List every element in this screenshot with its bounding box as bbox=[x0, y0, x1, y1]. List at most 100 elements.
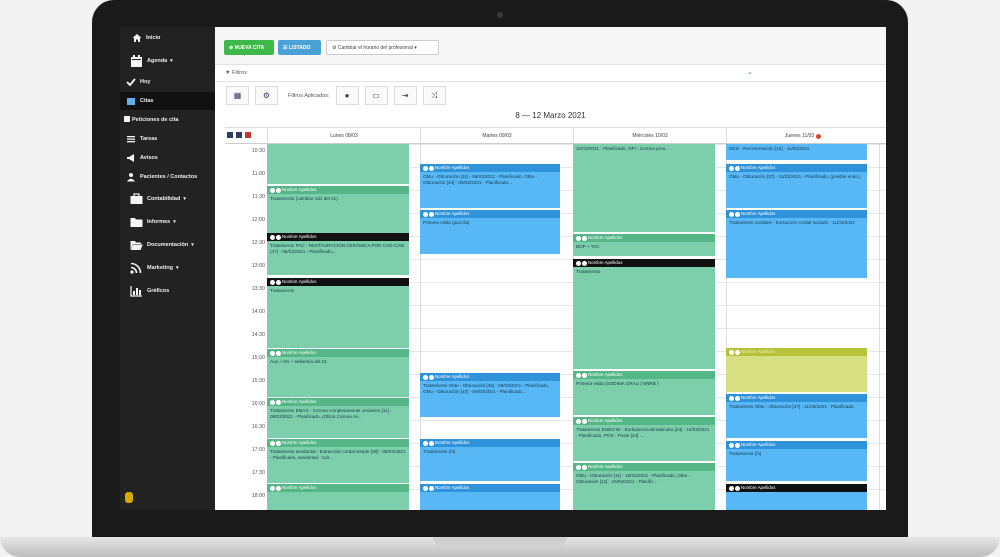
sidebar-item-marketing[interactable]: Marketing ▾ bbox=[120, 257, 215, 278]
sidebar-item-peticiones[interactable]: Peticiones de cita bbox=[120, 111, 215, 129]
sidebar-item-avisos[interactable]: Avisos bbox=[120, 149, 215, 167]
appointment-block[interactable]: Nombre Apellidos BOP + TAC bbox=[573, 234, 715, 256]
appointment-text: BOP + TAC bbox=[576, 244, 600, 249]
appointment-block[interactable]: Nombre Apellidos Tratamiento PAC - RESTA… bbox=[267, 233, 409, 275]
sidebar-item-documentacion[interactable]: Documentación ▾ bbox=[120, 234, 215, 255]
shuffle-icon: ⤨ bbox=[430, 90, 438, 100]
appointment-text: MCE - Recimentación [15] - 11/03/2021 bbox=[729, 146, 810, 151]
appointment-block[interactable]: Nombre Apellidos bbox=[726, 484, 867, 510]
sidebar-item-label: Pacientes / Contactos bbox=[140, 174, 198, 180]
list-icon bbox=[126, 134, 136, 144]
appointment-block[interactable]: Nombre Apellidos Aux. / rev + sellarlo/a… bbox=[267, 349, 409, 397]
sidebar-item-tareas[interactable]: Tareas bbox=[120, 130, 215, 148]
appointment-patient: Nombre Apellidos bbox=[267, 278, 409, 286]
lightbulb-icon[interactable] bbox=[125, 492, 133, 503]
appointment-patient: Nombre Apellidos bbox=[420, 164, 560, 172]
filter-signin-button[interactable]: ⇥ bbox=[393, 86, 417, 105]
appointment-text: Tratamiento (cambiar raíz del 21) bbox=[270, 196, 338, 201]
calendar-view-button[interactable]: ▦ bbox=[226, 86, 249, 105]
user-icon: ● bbox=[344, 91, 350, 100]
briefcase-icon bbox=[130, 192, 143, 205]
appointment-block[interactable] bbox=[267, 144, 409, 184]
new-appointment-button[interactable]: ⊕ NUEVA CITA bbox=[224, 40, 274, 55]
home-icon bbox=[132, 33, 142, 43]
appointment-text: Tratamiento Obtu - Obturación [37] - 11/… bbox=[729, 404, 855, 409]
sidebar-item-inicio[interactable]: Inicio bbox=[120, 29, 215, 47]
appointment-patient: Nombre Apellidos bbox=[726, 441, 867, 449]
sidebar: Inicio Agenda ▾ Hoy Citas Peticiones de … bbox=[120, 27, 215, 510]
sidebar-item-hoy[interactable]: Hoy bbox=[120, 73, 215, 91]
user-icon[interactable] bbox=[227, 132, 233, 138]
sidebar-item-label: Agenda bbox=[147, 58, 168, 64]
alert-icon bbox=[816, 133, 822, 139]
appointment-block[interactable]: 10/03/2021 - Planificado, OFI - Corona p… bbox=[573, 144, 715, 232]
day-header[interactable]: Martes 09/03 bbox=[420, 128, 573, 144]
appointment-block[interactable]: Nombre Apellidos Tratamiento (hi) bbox=[420, 439, 560, 481]
appointment-block[interactable]: Nombre Apellidos Primera visita (paci ll… bbox=[420, 210, 560, 254]
list-button[interactable]: ☰ LISTADO bbox=[278, 40, 321, 55]
time-label: 12:30 bbox=[251, 240, 265, 246]
time-label: 17:00 bbox=[251, 447, 265, 453]
appointment-text: Tratamiento bbox=[576, 269, 601, 274]
appointment-block[interactable]: Nombre Apellidos Tratamiento ENDO BI - E… bbox=[573, 417, 715, 461]
appointment-block[interactable]: Nombre Apellidos Tratamiento bbox=[267, 278, 409, 348]
appointment-patient: Nombre Apellidos bbox=[420, 373, 560, 381]
appointment-block[interactable]: Nombre Apellidos Primera visita (SODIMA … bbox=[573, 371, 715, 415]
appointment-block[interactable]: Nombre Apellidos bbox=[267, 484, 409, 510]
appointment-block[interactable]: Nombre Apellidos Obtu - Obturación [37] … bbox=[726, 164, 867, 208]
filter-inbox-button[interactable]: ▭ bbox=[364, 86, 388, 105]
appointment-block[interactable]: MCE - Recimentación [15] - 11/03/2021 bbox=[726, 144, 867, 160]
appointment-block[interactable]: Nombre Apellidos Tratamiento Obtu - Obtu… bbox=[420, 373, 560, 417]
day-header[interactable]: Lunes 08/03 bbox=[267, 128, 420, 144]
appointment-patient: Nombre Apellidos bbox=[267, 233, 409, 241]
appointment-block[interactable]: Nombre Apellidos Obtu - Obturación [11] … bbox=[573, 463, 715, 510]
change-schedule-button[interactable]: ⚙ Cambiar el horario del profesional ▾ bbox=[326, 40, 439, 55]
sidebar-item-label: Citas bbox=[140, 98, 154, 104]
sidebar-item-graficos[interactable]: Gráficos bbox=[120, 280, 215, 301]
appointment-block[interactable]: Nombre Apellidos Tratamiento Obtu - Obtu… bbox=[726, 394, 867, 438]
settings-button[interactable]: ⚙ bbox=[255, 86, 278, 105]
appointment-block[interactable]: Nombre Apellidos Tratamiento (hi) bbox=[726, 441, 867, 481]
filters-bar[interactable]: ▼ Filtros ⌄ bbox=[215, 65, 886, 82]
appointment-block[interactable]: Nombre Apellidos Tratamiento EMAX - Coro… bbox=[267, 398, 409, 438]
calendar-tools: ▦ ⚙ Filtros Aplicados: ● ▭ ⇥ ⤨ bbox=[226, 85, 886, 106]
appointment-text: Obtu - Obturación [37] - 11/03/2021 - Pl… bbox=[729, 174, 861, 179]
check-icon bbox=[126, 77, 136, 87]
time-label: 15:00 bbox=[251, 355, 265, 361]
time-label: 14:30 bbox=[251, 332, 265, 338]
appointment-text: Tratamiento PAC - RESTAURACIÓN CERÁMICA … bbox=[270, 243, 405, 254]
folder-open-icon bbox=[130, 239, 143, 251]
sidebar-item-pacientes[interactable]: Pacientes / Contactos bbox=[120, 168, 215, 186]
day-header[interactable]: Jueves 11/03 bbox=[726, 128, 879, 144]
sidebar-item-citas[interactable]: Citas bbox=[120, 92, 215, 110]
filter-shuffle-button[interactable]: ⤨ bbox=[422, 86, 446, 105]
appointment-patient: Nombre Apellidos bbox=[726, 210, 867, 218]
appointment-block[interactable]: Nombre Apellidos bbox=[420, 484, 560, 510]
sidebar-item-label: Hoy bbox=[140, 79, 151, 85]
megaphone-icon bbox=[126, 153, 136, 163]
appointment-text: Tratamiento cordales - Extracción cordal… bbox=[729, 220, 855, 225]
sidebar-item-informes[interactable]: Informes ▾ bbox=[120, 211, 215, 232]
time-label: 16:30 bbox=[251, 424, 265, 430]
appointment-patient: Nombre Apellidos bbox=[267, 439, 409, 447]
appointment-block[interactable]: Nombre Apellidos Tratamiento exodontal -… bbox=[267, 439, 409, 483]
gear-icon: ⚙ bbox=[262, 91, 271, 100]
appointment-block[interactable]: Nombre Apellidos Tratamiento cordales - … bbox=[726, 210, 867, 278]
chevron-down-icon: ▾ bbox=[183, 195, 186, 202]
folder-icon bbox=[130, 216, 143, 228]
day-header[interactable]: Miércoles 10/03 bbox=[573, 128, 726, 144]
appointment-patient: Nombre Apellidos bbox=[267, 398, 409, 406]
sidebar-item-agenda[interactable]: Agenda ▾ bbox=[120, 50, 215, 72]
time-label: 13:00 bbox=[251, 263, 265, 269]
grid-icon[interactable] bbox=[245, 132, 251, 138]
appointment-block[interactable]: Nombre Apellidos Tratamiento bbox=[573, 259, 715, 369]
appointment-block[interactable]: Nombre Apellidos Obtu - Obturación [11] … bbox=[420, 164, 560, 208]
appointment-text: Tratamiento bbox=[270, 288, 295, 293]
chevron-down-icon[interactable]: ⌄ bbox=[747, 68, 753, 76]
appointment-block[interactable]: Nombre Apellidos bbox=[726, 348, 867, 392]
filter-user-button[interactable]: ● bbox=[335, 86, 359, 105]
appointment-patient: Nombre Apellidos bbox=[573, 417, 715, 425]
appointment-patient: Nombre Apellidos bbox=[267, 349, 409, 357]
sign-in-icon[interactable] bbox=[236, 132, 242, 138]
sidebar-item-contabilidad[interactable]: Contabilidad ▾ bbox=[120, 188, 215, 209]
